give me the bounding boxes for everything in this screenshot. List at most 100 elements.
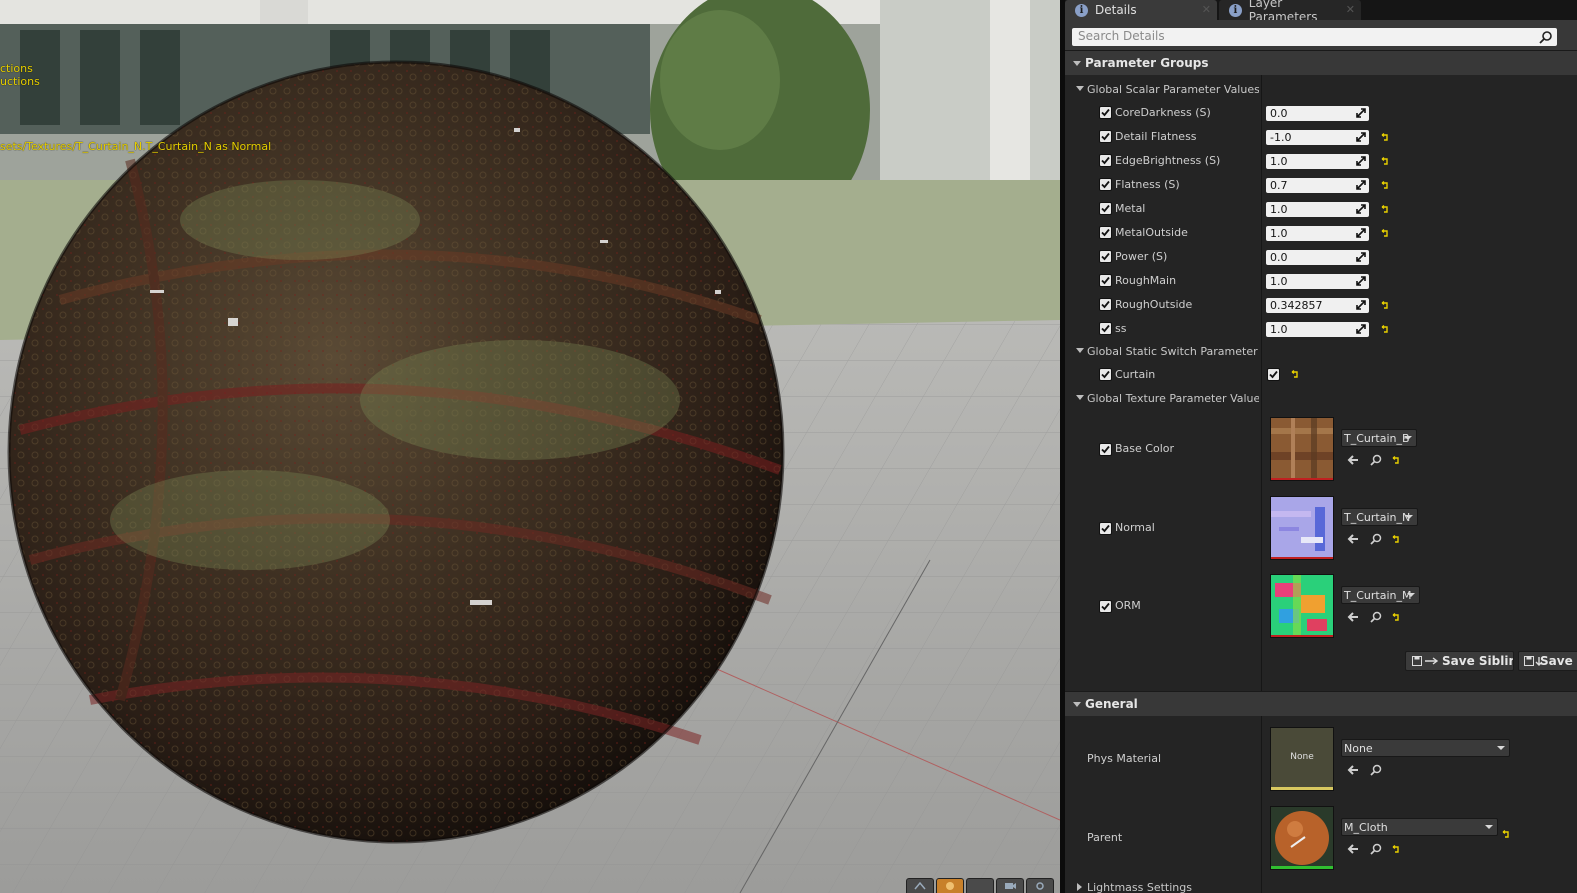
use-selected-arrow-icon[interactable] xyxy=(1347,764,1359,776)
use-selected-arrow-icon[interactable] xyxy=(1347,843,1359,855)
numeric-input[interactable]: 0.7 xyxy=(1266,178,1369,193)
tab-layer-parameters[interactable]: i Layer Parameters ✕ xyxy=(1219,0,1361,24)
view-mode-icon[interactable] xyxy=(906,878,934,893)
reset-to-default-icon[interactable] xyxy=(1381,205,1390,214)
reset-to-default-icon[interactable] xyxy=(1502,830,1511,839)
browse-search-icon[interactable] xyxy=(1370,764,1382,776)
texture-thumbnail[interactable] xyxy=(1270,574,1334,638)
override-checkbox[interactable] xyxy=(1099,106,1112,119)
override-checkbox[interactable] xyxy=(1099,522,1112,535)
category-parameter-groups[interactable]: Parameter Groups xyxy=(1065,50,1577,75)
parent-material-dropdown[interactable]: M_Cloth xyxy=(1341,818,1498,836)
spin-arrows-icon[interactable] xyxy=(1356,252,1366,262)
use-selected-arrow-icon[interactable] xyxy=(1347,454,1359,466)
spin-arrows-icon[interactable] xyxy=(1356,180,1366,190)
texture-asset-dropdown[interactable]: T_Curtain_M xyxy=(1341,586,1420,604)
asset-thumbnail[interactable]: None xyxy=(1270,727,1334,791)
reset-to-default-icon[interactable] xyxy=(1381,301,1390,310)
spin-arrows-icon[interactable] xyxy=(1356,228,1366,238)
property-row-phys-material: Phys Material None None xyxy=(1065,727,1577,793)
browse-search-icon[interactable] xyxy=(1370,533,1382,545)
numeric-input[interactable]: 1.0 xyxy=(1266,154,1369,169)
spin-arrows-icon[interactable] xyxy=(1356,300,1366,310)
group-global-scalar[interactable]: Global Scalar Parameter Values xyxy=(1065,79,1577,101)
browse-search-icon[interactable] xyxy=(1370,843,1382,855)
reset-to-default-icon[interactable] xyxy=(1381,325,1390,334)
chevron-down-icon xyxy=(1497,746,1505,750)
blank-icon[interactable] xyxy=(966,878,994,893)
override-checkbox[interactable] xyxy=(1099,154,1112,167)
override-checkbox[interactable] xyxy=(1099,443,1112,456)
group-global-texture[interactable]: Global Texture Parameter Values xyxy=(1065,388,1577,410)
texture-thumbnail[interactable] xyxy=(1270,496,1334,560)
category-general[interactable]: General xyxy=(1065,691,1577,716)
numeric-input[interactable]: 1.0 xyxy=(1266,202,1369,217)
numeric-input[interactable]: 0.0 xyxy=(1266,106,1369,121)
spin-arrows-icon[interactable] xyxy=(1356,324,1366,334)
browse-search-icon[interactable] xyxy=(1370,611,1382,623)
numeric-input[interactable]: 1.0 xyxy=(1266,226,1369,241)
group-lightmass-settings[interactable]: Lightmass Settings xyxy=(1065,878,1577,893)
texture-type-bar xyxy=(1271,557,1333,559)
numeric-input[interactable]: 0.0 xyxy=(1266,250,1369,265)
numeric-input[interactable]: -1.0 xyxy=(1266,130,1369,145)
camera-icon[interactable] xyxy=(996,878,1024,893)
browse-search-icon[interactable] xyxy=(1370,454,1382,466)
spin-arrows-icon[interactable] xyxy=(1356,108,1366,118)
numeric-input[interactable]: 1.0 xyxy=(1266,274,1369,289)
param-label: Normal xyxy=(1115,521,1155,534)
override-checkbox[interactable] xyxy=(1099,130,1112,143)
override-checkbox[interactable] xyxy=(1099,178,1112,191)
spin-arrows-icon[interactable] xyxy=(1356,276,1366,286)
numeric-input[interactable]: 0.342857 xyxy=(1266,298,1369,313)
reset-to-default-icon[interactable] xyxy=(1381,133,1390,142)
override-checkbox[interactable] xyxy=(1099,202,1112,215)
override-checkbox[interactable] xyxy=(1099,298,1112,311)
group-title: Global Scalar Parameter Values xyxy=(1087,83,1259,96)
numeric-input[interactable]: 1.0 xyxy=(1266,322,1369,337)
search-icon[interactable] xyxy=(1539,30,1553,44)
group-global-static-switch[interactable]: Global Static Switch Parameter Va xyxy=(1065,341,1577,363)
thumbnail-text: None xyxy=(1290,752,1314,762)
reset-to-default-icon[interactable] xyxy=(1392,456,1401,465)
reset-to-default-icon[interactable] xyxy=(1392,535,1401,544)
override-checkbox[interactable] xyxy=(1099,600,1112,613)
info-icon: i xyxy=(1075,3,1088,17)
override-checkbox[interactable] xyxy=(1099,368,1112,381)
spin-arrows-icon[interactable] xyxy=(1356,156,1366,166)
switch-value-checkbox[interactable] xyxy=(1267,368,1280,381)
use-selected-arrow-icon[interactable] xyxy=(1347,533,1359,545)
override-checkbox[interactable] xyxy=(1099,226,1112,239)
reset-to-default-icon[interactable] xyxy=(1392,845,1401,854)
save-child-button[interactable]: Save Child xyxy=(1518,651,1577,671)
texture-asset-dropdown[interactable]: T_Curtain_B xyxy=(1341,429,1417,447)
param-label: Detail Flatness xyxy=(1115,130,1197,143)
search-input[interactable] xyxy=(1072,28,1544,44)
param-row-normal: Normal T_Curtain_N xyxy=(1065,496,1577,562)
phys-material-dropdown[interactable]: None xyxy=(1341,739,1510,757)
override-checkbox[interactable] xyxy=(1099,250,1112,263)
reset-to-default-icon[interactable] xyxy=(1392,613,1401,622)
reset-to-default-icon[interactable] xyxy=(1291,370,1300,379)
override-checkbox[interactable] xyxy=(1099,274,1112,287)
override-checkbox[interactable] xyxy=(1099,322,1112,335)
use-selected-arrow-icon[interactable] xyxy=(1347,611,1359,623)
settings-icon[interactable] xyxy=(1026,878,1054,893)
material-preview-viewport[interactable]: ctions uctions sets/Textures/T_Curtain_N… xyxy=(0,0,1060,893)
expand-arrow-icon xyxy=(1076,86,1084,91)
close-icon[interactable]: ✕ xyxy=(1202,3,1211,16)
material-sphere-icon[interactable] xyxy=(936,878,964,893)
spin-arrows-icon[interactable] xyxy=(1356,132,1366,142)
save-sibling-button[interactable]: Save Sibling xyxy=(1405,651,1514,671)
spin-arrows-icon[interactable] xyxy=(1356,204,1366,214)
reset-to-default-icon[interactable] xyxy=(1381,181,1390,190)
reset-to-default-icon[interactable] xyxy=(1381,229,1390,238)
texture-thumbnail[interactable] xyxy=(1270,417,1334,481)
asset-thumbnail[interactable] xyxy=(1270,806,1334,870)
close-icon[interactable]: ✕ xyxy=(1346,3,1355,16)
param-row-orm: ORM T_Curtain_M xyxy=(1065,574,1577,640)
param-label: CoreDarkness (S) xyxy=(1115,106,1211,119)
tab-details[interactable]: i Details ✕ xyxy=(1065,0,1217,20)
reset-to-default-icon[interactable] xyxy=(1381,157,1390,166)
texture-asset-dropdown[interactable]: T_Curtain_N xyxy=(1341,508,1418,526)
